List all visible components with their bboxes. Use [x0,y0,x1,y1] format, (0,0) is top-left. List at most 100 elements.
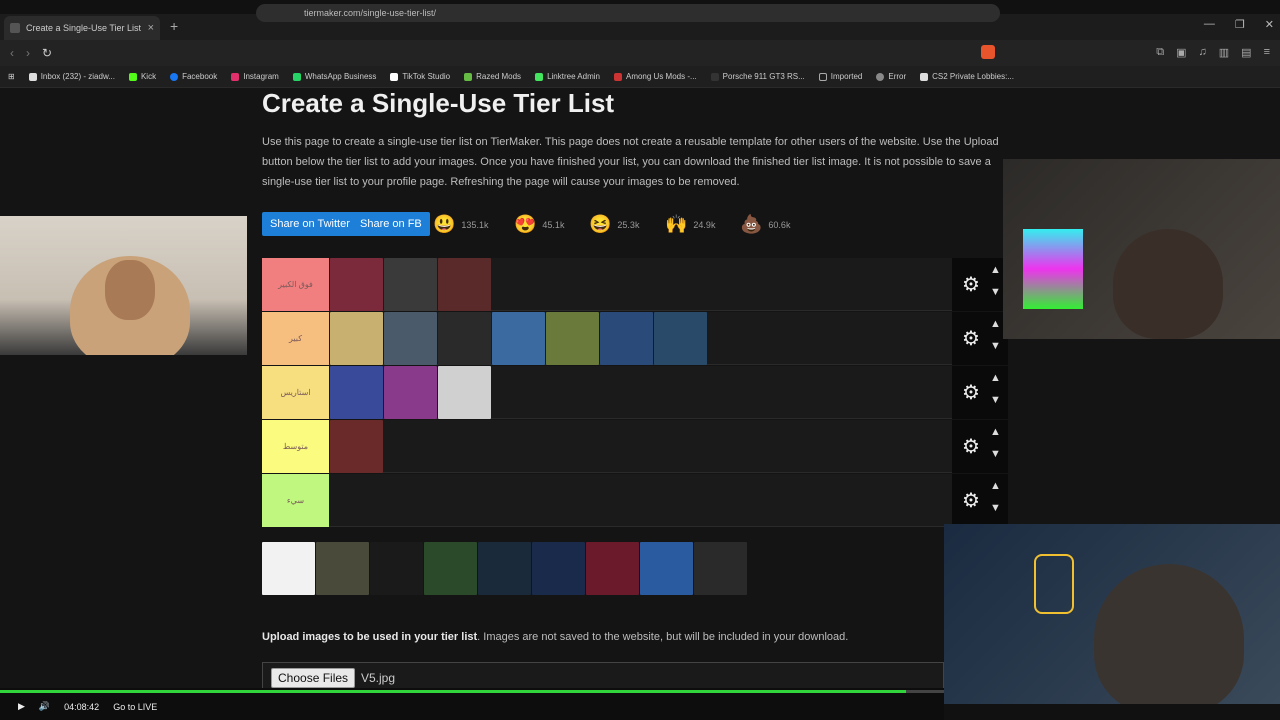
bookmark-item[interactable]: CS2 Private Lobbies:... [920,72,1014,81]
bookmark-item[interactable]: Inbox (232) - ziadw... [28,72,115,81]
bookmark-item[interactable]: TikTok Studio [390,72,450,81]
menu-icon[interactable]: ≡ [1264,46,1270,59]
progress-track[interactable] [0,690,944,693]
move-down-icon[interactable]: ▼ [990,502,1001,514]
move-up-icon[interactable]: ▲ [990,480,1001,492]
pool-item-image[interactable] [370,542,423,595]
share-fb-button[interactable]: Share on FB [352,212,430,236]
sidebar-icon[interactable]: ▥ [1219,46,1229,59]
tier-settings-icon[interactable]: ⚙ [962,380,980,405]
bookmark-item[interactable]: Error [876,72,906,81]
music-icon[interactable]: ♫ [1199,46,1207,59]
tier-controls: ⚙ ▲ ▼ [952,366,1008,419]
pool-item-image[interactable] [640,542,693,595]
bookmark-item[interactable]: Razed Mods [464,72,521,81]
restore-icon[interactable]: ❐ [1235,18,1245,31]
tier-item-image[interactable] [654,312,707,365]
wallet-icon[interactable]: ▤ [1241,46,1251,59]
back-icon[interactable]: ‹ [10,46,14,60]
tier-item-image[interactable] [330,366,383,419]
page-title: Create a Single-Use Tier List [262,88,615,118]
move-down-icon[interactable]: ▼ [990,340,1001,352]
pc-case [1023,229,1083,309]
tier-item-image[interactable] [438,366,491,419]
brave-shield-icon[interactable] [981,45,995,59]
tier-item-image[interactable] [384,366,437,419]
reaction-poop[interactable]: 💩 60.6k [740,214,790,235]
extension-icon[interactable]: ▣ [1176,46,1186,59]
tier-settings-icon[interactable]: ⚙ [962,488,980,513]
url-bar[interactable]: tiermaker.com/single-use-tier-list/ [256,4,1000,22]
move-down-icon[interactable]: ▼ [990,448,1001,460]
extension-icon[interactable]: ⧉ [1156,46,1164,59]
pool-item-image[interactable] [262,542,315,595]
move-down-icon[interactable]: ▼ [990,286,1001,298]
bookmark-folder[interactable]: Imported [818,72,862,81]
tier-controls: ⚙ ▲ ▼ [952,474,1008,527]
bookmark-item[interactable]: Among Us Mods -... [613,72,697,81]
reload-icon[interactable]: ↻ [42,46,52,60]
streamer-figure [1094,564,1244,704]
bookmark-item[interactable]: Linktree Admin [535,72,600,81]
pool-item-image[interactable] [586,542,639,595]
browser-tab[interactable]: Create a Single-Use Tier List (Pr × [4,16,160,40]
reaction-count: 60.6k [768,219,791,230]
bookmark-item[interactable]: Instagram [231,72,279,81]
reaction-grin[interactable]: 😃 135.1k [433,214,488,235]
bookmark-item[interactable]: Porsche 911 GT3 RS... [710,72,805,81]
new-tab-icon[interactable]: + [170,18,178,34]
reaction-count: 135.1k [461,219,489,230]
pool-item-image[interactable] [532,542,585,595]
tier-label[interactable]: متوسط [262,420,329,473]
volume-icon[interactable]: 🔊 [39,701,50,712]
forward-icon[interactable]: › [26,46,30,60]
upload-label: Upload images to be used in your tier li… [262,631,848,643]
minimize-icon[interactable]: — [1204,18,1215,31]
selected-file-name: V5.jpg [361,671,396,685]
go-to-live-button[interactable]: Go to LIVE [113,702,157,712]
tier-items [330,312,707,365]
tier-item-image[interactable] [438,312,491,365]
tier-item-image[interactable] [330,258,383,311]
reaction-heart-eyes[interactable]: 😍 45.1k [514,214,564,235]
move-up-icon[interactable]: ▲ [990,372,1001,384]
bookmark-item[interactable]: Kick [128,72,156,81]
bookmark-item[interactable]: Facebook [170,72,217,81]
tier-item-image[interactable] [384,312,437,365]
reaction-raised-hands[interactable]: 🙌 24.9k [665,214,715,235]
share-twitter-button[interactable]: Share on Twitter [262,212,358,236]
tier-settings-icon[interactable]: ⚙ [962,326,980,351]
pool-item-image[interactable] [478,542,531,595]
tier-row: فوق الكبير ⚙ ▲ ▼ [262,258,1008,311]
pool-item-image[interactable] [316,542,369,595]
move-up-icon[interactable]: ▲ [990,426,1001,438]
apps-icon[interactable]: ⊞ [8,72,15,81]
tier-item-image[interactable] [546,312,599,365]
tier-label[interactable]: استاريس [262,366,329,419]
pool-item-image[interactable] [424,542,477,595]
pool-item-image[interactable] [694,542,747,595]
close-window-icon[interactable]: ✕ [1265,18,1274,31]
upload-label-rest: . Images are not saved to the website, b… [477,631,849,643]
bookmark-item[interactable]: WhatsApp Business [292,72,376,81]
tier-item-image[interactable] [438,258,491,311]
reaction-laugh[interactable]: 😆 25.3k [589,214,639,235]
neon-logo [1034,554,1074,614]
tier-label[interactable]: سيء [262,474,329,527]
tier-item-image[interactable] [330,312,383,365]
tier-item-image[interactable] [384,258,437,311]
tier-item-image[interactable] [600,312,653,365]
move-up-icon[interactable]: ▲ [990,318,1001,330]
play-icon[interactable]: ▶ [18,701,25,712]
tier-label[interactable]: فوق الكبير [262,258,329,311]
tier-label[interactable]: كبير [262,312,329,365]
move-down-icon[interactable]: ▼ [990,394,1001,406]
tier-settings-icon[interactable]: ⚙ [962,272,980,297]
nav-buttons: ‹ › ↻ [10,46,52,60]
move-up-icon[interactable]: ▲ [990,264,1001,276]
close-tab-icon[interactable]: × [148,22,154,34]
tier-item-image[interactable] [492,312,545,365]
tier-settings-icon[interactable]: ⚙ [962,434,980,459]
choose-files-button[interactable]: Choose Files [271,668,356,688]
tier-item-image[interactable] [330,420,383,473]
